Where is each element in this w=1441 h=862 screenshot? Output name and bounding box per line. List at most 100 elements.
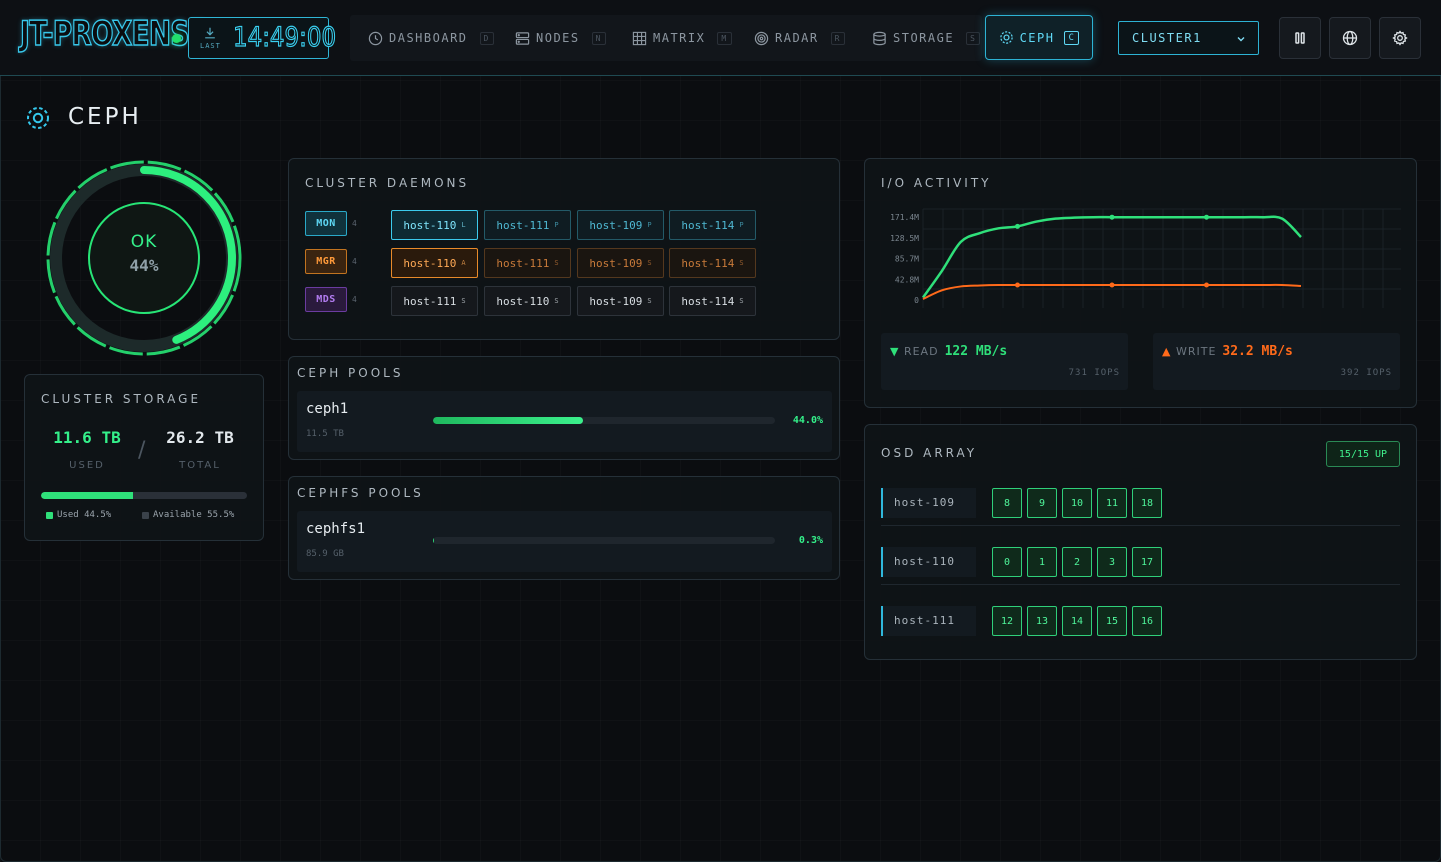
osd-box[interactable]: 15: [1097, 606, 1127, 636]
io-activity-title: I/O ACTIVITY: [881, 176, 992, 190]
daemon-host-state: P: [554, 221, 559, 229]
clock-label: LAST: [200, 42, 221, 50]
y-tick-label: 0: [914, 296, 919, 305]
page-title: CEPH: [68, 104, 142, 130]
write-label-row: ▲ WRITE 32.2 MB/s: [1162, 344, 1293, 359]
daemon-host-chip[interactable]: host-110 L: [391, 210, 478, 240]
osd-box[interactable]: 14: [1062, 606, 1092, 636]
storage-total-value: 26.2 TB: [166, 428, 234, 447]
read-iops: 731 IOPS: [1068, 368, 1120, 378]
nav-matrix-key: M: [717, 31, 732, 45]
daemon-host-name: host-110: [496, 294, 550, 308]
pool-row[interactable]: ceph1 11.5 TB 44.0%: [297, 391, 832, 452]
daemon-host-chip[interactable]: host-114 S: [669, 248, 756, 278]
storage-used-value: 11.6 TB: [53, 428, 121, 447]
nav-nodes-key: N: [591, 31, 606, 45]
daemon-role-mds: MDS: [305, 287, 347, 312]
y-tick-label: 128.5M: [890, 234, 919, 243]
osd-box[interactable]: 17: [1132, 547, 1162, 577]
nav-nodes-label: NODES: [536, 31, 580, 45]
daemon-host-chip[interactable]: host-111 S: [391, 286, 478, 316]
pool-size: 85.9 GB: [306, 549, 344, 559]
osd-box[interactable]: 18: [1132, 488, 1162, 518]
osd-array-title: OSD ARRAY: [881, 446, 978, 460]
osd-box[interactable]: 12: [992, 606, 1022, 636]
daemon-host-name: host-109: [589, 218, 643, 232]
chevron-down-icon: [1237, 37, 1245, 42]
storage-divider: /: [138, 438, 146, 463]
osd-box[interactable]: 3: [1097, 547, 1127, 577]
nav-ceph[interactable]: CEPH C: [985, 15, 1093, 60]
nav-radar-label: RADAR: [775, 31, 819, 45]
osd-up-badge: 15/15 UP: [1326, 441, 1400, 467]
y-tick-label: 85.7M: [895, 255, 919, 264]
daemon-host-state: S: [739, 297, 744, 305]
daemon-host-chip[interactable]: host-110 S: [484, 286, 571, 316]
ceph-icon: [27, 107, 49, 129]
daemon-host-name: host-111: [403, 294, 457, 308]
cluster-storage-title: CLUSTER STORAGE: [41, 392, 202, 406]
pool-percent: 44.0%: [792, 415, 823, 426]
daemon-host-chip[interactable]: host-114 S: [669, 286, 756, 316]
nav-dashboard[interactable]: DASHBOARD D: [368, 15, 494, 61]
daemon-host-chip[interactable]: host-114 P: [669, 210, 756, 240]
daemon-host-chip[interactable]: host-111 P: [484, 210, 571, 240]
read-label-row: ▼ READ 122 MB/s: [890, 344, 1007, 359]
daemon-role-mgr: MGR: [305, 249, 347, 274]
pool-usage-fill: [433, 537, 435, 544]
language-button[interactable]: [1329, 17, 1371, 59]
daemon-host-chip[interactable]: host-109 S: [577, 286, 664, 316]
osd-box[interactable]: 0: [992, 547, 1022, 577]
database-icon: [873, 31, 886, 45]
pause-button[interactable]: [1279, 17, 1321, 59]
daemon-host-name: host-111: [496, 218, 550, 232]
osd-row-divider: [881, 525, 1400, 526]
daemon-host-state: P: [739, 221, 744, 229]
cluster-select[interactable]: CLUSTER1: [1118, 21, 1259, 55]
nav-radar[interactable]: RADAR R: [754, 15, 845, 61]
data-point-read: [1204, 214, 1209, 220]
osd-box[interactable]: 1: [1027, 547, 1057, 577]
daemon-host-chip[interactable]: host-109 P: [577, 210, 664, 240]
storage-usage-fill: [41, 492, 133, 499]
daemon-host-name: host-114: [681, 294, 735, 308]
ceph-icon: [999, 31, 1013, 44]
osd-box[interactable]: 9: [1027, 488, 1057, 518]
cluster-daemons-title: CLUSTER DAEMONS: [305, 176, 470, 190]
write-iops: 392 IOPS: [1340, 368, 1392, 378]
pool-row[interactable]: cephfs1 85.9 GB 0.3%: [297, 511, 832, 572]
clock-time: 14:49:00: [232, 21, 337, 53]
last-update-clock[interactable]: LAST 14:49:00: [188, 17, 337, 59]
nav-nodes[interactable]: NODES N: [515, 15, 606, 61]
data-point-read: [1109, 214, 1115, 220]
nav-dashboard-label: DASHBOARD: [389, 31, 468, 45]
osd-box[interactable]: 2: [1062, 547, 1092, 577]
nav-storage-key: S: [966, 31, 981, 45]
osd-box[interactable]: 16: [1132, 606, 1162, 636]
daemon-host-state: A: [461, 259, 466, 267]
daemon-host-state: S: [647, 259, 652, 267]
legend-available-swatch: [142, 511, 149, 519]
daemon-host-name: host-110: [403, 218, 457, 232]
daemon-host-chip[interactable]: host-109 S: [577, 248, 664, 278]
pool-usage-bar: [433, 417, 775, 424]
nav-radar-key: R: [830, 31, 845, 45]
osd-box[interactable]: 11: [1097, 488, 1127, 518]
osd-box[interactable]: 10: [1062, 488, 1092, 518]
data-point-write: [1204, 282, 1209, 288]
write-stat: ▲ WRITE 32.2 MB/s 392 IOPS: [1153, 333, 1400, 390]
daemon-host-chip[interactable]: host-110 A: [391, 248, 478, 278]
nav-storage[interactable]: STORAGE S: [872, 15, 981, 61]
daemon-host-name: host-114: [681, 256, 735, 270]
storage-used-label: USED: [69, 460, 105, 471]
data-point-read: [1015, 223, 1020, 229]
osd-box[interactable]: 8: [992, 488, 1022, 518]
nav-matrix[interactable]: MATRIX M: [632, 15, 732, 61]
settings-button[interactable]: [1379, 17, 1421, 59]
cluster-select-value: CLUSTER1: [1132, 31, 1202, 45]
io-activity-chart: 171.4M 128.5M 85.7M 42.8M 0: [890, 208, 1401, 308]
osd-box[interactable]: 13: [1027, 606, 1057, 636]
arrow-up-icon: ▲: [1162, 345, 1172, 358]
daemon-host-chip[interactable]: host-111 S: [484, 248, 571, 278]
pause-icon: [1295, 32, 1305, 44]
